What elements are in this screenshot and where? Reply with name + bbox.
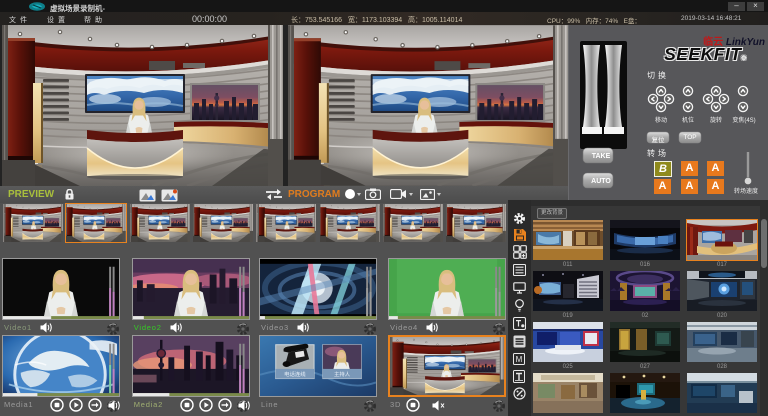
svg-text:电话连线: 电话连线 [284,370,306,378]
svg-text:M: M [516,355,523,364]
svg-text:主持人: 主持人 [334,370,351,378]
